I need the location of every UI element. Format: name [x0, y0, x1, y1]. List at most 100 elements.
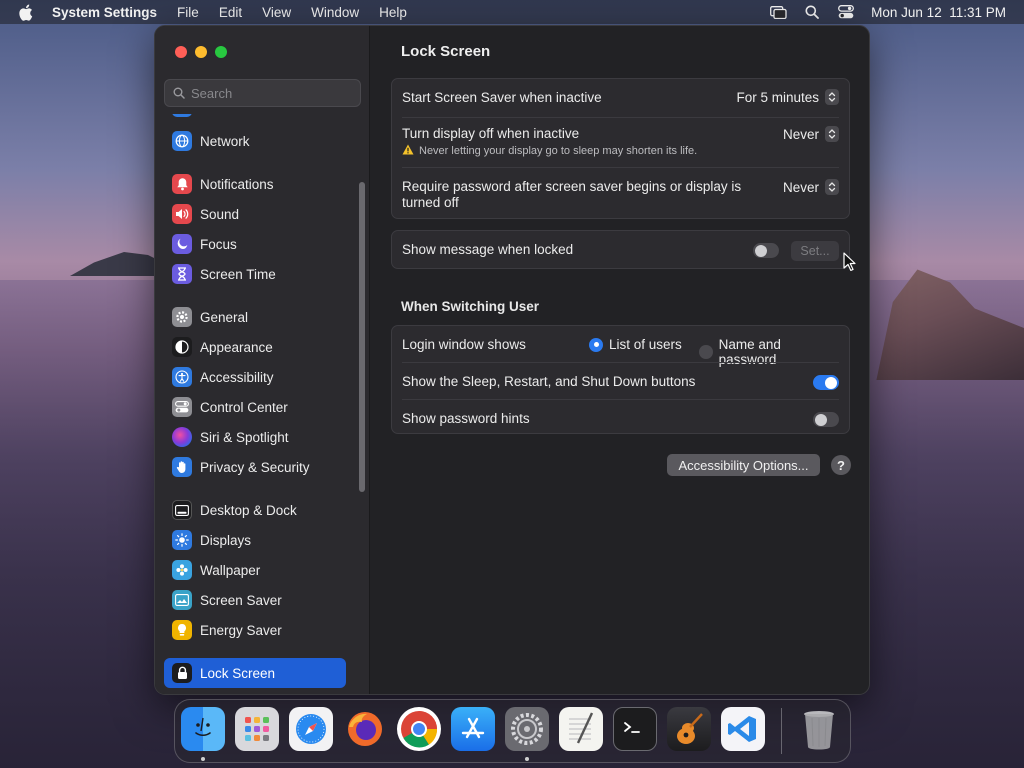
menu-app-name[interactable]: System Settings: [52, 5, 157, 20]
show-message-row: Show message when locked Set...: [402, 241, 839, 261]
spotlight-search-icon[interactable]: [803, 5, 821, 19]
screen-saver-popup[interactable]: For 5 minutes: [736, 89, 839, 105]
radio-unselected-icon: [699, 345, 713, 359]
launchpad-icon[interactable]: [235, 707, 279, 751]
chevron-updown-icon: [825, 89, 839, 105]
sidebar-scrollbar[interactable]: [359, 182, 365, 492]
sidebar-item-network[interactable]: Network: [164, 126, 346, 156]
menu-clock[interactable]: Mon Jun 12 11:31 PM: [871, 5, 1006, 20]
minimize-window-button[interactable]: [195, 46, 207, 58]
help-button[interactable]: ?: [831, 455, 851, 475]
accessibility-options-button[interactable]: Accessibility Options...: [667, 454, 820, 476]
wallpaper-icon: [172, 560, 192, 580]
screen-saver-settings-group: Start Screen Saver when inactive For 5 m…: [391, 78, 850, 219]
sidebar-item-label: Screen Time: [200, 266, 276, 282]
show-message-label: Show message when locked: [402, 242, 574, 257]
switching-user-section-title: When Switching User: [401, 299, 540, 314]
sidebar-item-hidden-top[interactable]: [164, 114, 346, 122]
sidebar-item-siri-spotlight[interactable]: Siri & Spotlight: [164, 422, 346, 452]
menu-file[interactable]: File: [177, 5, 199, 20]
sidebar-item-accessibility[interactable]: Accessibility: [164, 362, 346, 392]
menu-help[interactable]: Help: [379, 5, 407, 20]
textedit-icon[interactable]: [559, 707, 603, 751]
search-field[interactable]: [164, 79, 361, 107]
running-indicator: [525, 757, 529, 761]
appearance-icon: [172, 337, 192, 357]
accessibility-icon: [172, 367, 192, 387]
sidebar-item-label: Screen Saver: [200, 592, 282, 608]
display-off-warning: Never letting your display go to sleep m…: [402, 144, 697, 158]
control-center-icon[interactable]: [837, 5, 855, 19]
sidebar-item-energy-saver[interactable]: Energy Saver: [164, 615, 346, 645]
close-window-button[interactable]: [175, 46, 187, 58]
show-message-toggle[interactable]: [753, 243, 779, 258]
menu-edit[interactable]: Edit: [219, 5, 242, 20]
chrome-icon[interactable]: [397, 707, 441, 751]
sidebar-item-appearance[interactable]: Appearance: [164, 332, 346, 362]
moon-icon: [172, 234, 192, 254]
mouse-cursor-icon: [843, 252, 857, 272]
hand-icon: [172, 457, 192, 477]
menu-bar: System Settings File Edit View Window He…: [0, 0, 1024, 24]
sidebar-item-label: Control Center: [200, 399, 288, 415]
display-off-value: Never: [782, 126, 819, 142]
row-divider: [402, 362, 839, 363]
sidebar-item-wallpaper[interactable]: Wallpaper: [164, 555, 346, 585]
sidebar-item-notifications[interactable]: Notifications: [164, 169, 346, 199]
sidebar-item-privacy-security[interactable]: Privacy & Security: [164, 452, 346, 482]
require-password-row: Require password after screen saver begi…: [402, 179, 839, 213]
sidebar-item-screen-time[interactable]: Screen Time: [164, 259, 346, 289]
sidebar-item-label: Accessibility: [200, 369, 274, 385]
password-hints-label: Show password hints: [402, 411, 530, 426]
globe-icon: [172, 131, 192, 151]
require-password-label: Require password after screen saver begi…: [402, 179, 741, 211]
password-hints-toggle[interactable]: [813, 412, 839, 427]
safari-icon[interactable]: [289, 707, 333, 751]
warning-text: Never letting your display go to sleep m…: [419, 145, 698, 157]
control-center-icon: [172, 397, 192, 417]
screen-saver-value: For 5 minutes: [736, 89, 819, 105]
trash-icon[interactable]: [797, 707, 841, 751]
sidebar-item-control-center[interactable]: Control Center: [164, 392, 346, 422]
sidebar-item-label: Lock Screen: [200, 665, 276, 681]
sidebar-item-screen-saver[interactable]: Screen Saver: [164, 585, 346, 615]
garageband-icon[interactable]: [667, 707, 711, 751]
screen-mirroring-icon[interactable]: [769, 5, 787, 19]
terminal-icon[interactable]: [613, 707, 657, 751]
radio-list-of-users[interactable]: List of users: [589, 337, 682, 352]
sleep-buttons-toggle[interactable]: [813, 375, 839, 390]
app-store-icon[interactable]: [451, 707, 495, 751]
set-message-button[interactable]: Set...: [791, 241, 839, 261]
sidebar-item-label: Focus: [200, 236, 237, 252]
chevron-updown-icon: [825, 179, 839, 195]
firefox-icon[interactable]: [343, 707, 387, 751]
dock-icon: [172, 500, 192, 520]
dock: [174, 699, 851, 763]
sidebar-item-sound[interactable]: Sound: [164, 199, 346, 229]
apple-menu-icon[interactable]: [18, 4, 38, 21]
system-settings-icon[interactable]: [505, 707, 549, 751]
display-off-popup[interactable]: Never: [783, 126, 839, 142]
finder-icon[interactable]: [181, 707, 225, 751]
sidebar-item-desktop-dock[interactable]: Desktop & Dock: [164, 495, 346, 525]
search-input[interactable]: [191, 85, 351, 101]
sidebar-item-focus[interactable]: Focus: [164, 229, 346, 259]
sidebar-item-label: Desktop & Dock: [200, 502, 297, 518]
lock-message-group: Show message when locked Set...: [391, 230, 850, 269]
sidebar-item-displays[interactable]: Displays: [164, 525, 346, 555]
require-password-popup[interactable]: Never: [783, 179, 839, 195]
menu-view[interactable]: View: [262, 5, 291, 20]
require-password-value: Never: [782, 179, 819, 195]
display-off-label: Turn display off when inactive: [402, 126, 580, 141]
sidebar-item-general[interactable]: General: [164, 302, 346, 332]
sidebar-item-lock-screen[interactable]: Lock Screen: [164, 658, 346, 688]
zoom-window-button[interactable]: [215, 46, 227, 58]
login-window-label: Login window shows: [402, 337, 526, 352]
sidebar-list: Network Notifications Sound Focus Screen…: [164, 114, 361, 694]
vscode-icon[interactable]: [721, 707, 765, 751]
sun-icon: [172, 530, 192, 550]
menu-window[interactable]: Window: [311, 5, 359, 20]
dock-separator: [781, 708, 782, 754]
login-window-row: Login window shows List of users Name an…: [402, 336, 839, 367]
row-divider: [402, 167, 839, 168]
